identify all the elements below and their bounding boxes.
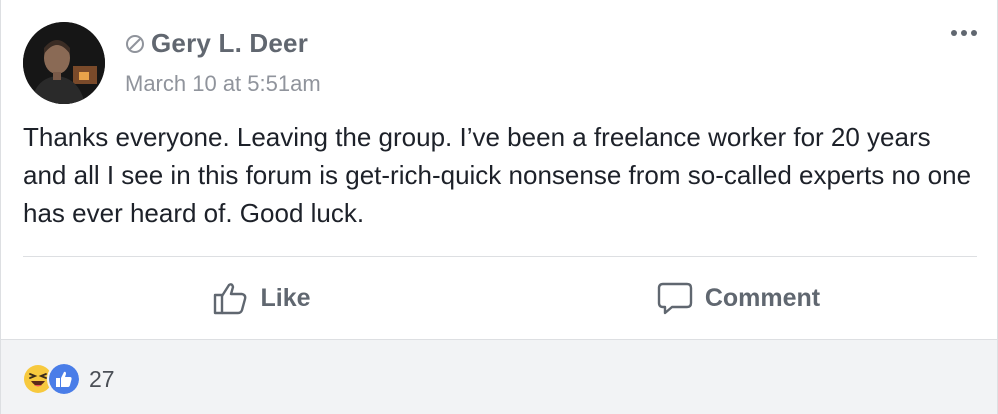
post-meta: Gery L. Deer March 10 at 5:51am bbox=[125, 22, 321, 104]
thumbs-up-icon bbox=[47, 362, 81, 396]
action-bar: Like Comment bbox=[23, 257, 977, 339]
author-row: Gery L. Deer bbox=[125, 28, 321, 59]
author-name[interactable]: Gery L. Deer bbox=[151, 28, 308, 59]
dot bbox=[961, 30, 967, 36]
post-card: Gery L. Deer March 10 at 5:51am Thanks e… bbox=[0, 0, 998, 414]
post-body: Thanks everyone. Leaving the group. I’ve… bbox=[23, 122, 972, 228]
comment-label: Comment bbox=[704, 283, 821, 312]
privacy-icon bbox=[125, 34, 145, 54]
comment-bubble-icon bbox=[657, 282, 693, 315]
dot bbox=[951, 30, 957, 36]
like-button[interactable]: Like bbox=[23, 257, 500, 339]
thumbs-up-outline-icon bbox=[214, 283, 247, 315]
post-header: Gery L. Deer March 10 at 5:51am bbox=[23, 22, 321, 104]
reactions-summary[interactable]: 27 bbox=[23, 362, 115, 396]
more-options-icon[interactable] bbox=[951, 30, 977, 36]
comment-button[interactable]: Comment bbox=[500, 257, 977, 339]
avatar[interactable] bbox=[23, 22, 105, 104]
like-label: Like bbox=[260, 283, 311, 312]
reactions-footer: 27 bbox=[1, 339, 997, 414]
dot bbox=[971, 30, 977, 36]
reaction-count: 27 bbox=[89, 365, 115, 392]
post-timestamp[interactable]: March 10 at 5:51am bbox=[125, 71, 321, 97]
